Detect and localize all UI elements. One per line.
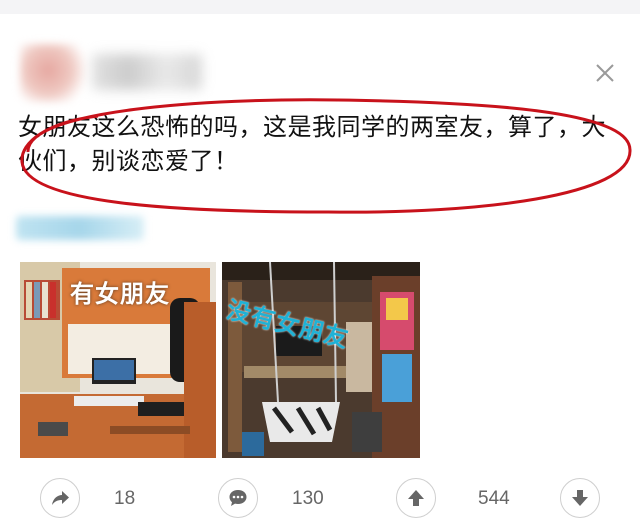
post-card: 女朋友这么恐怖的吗，这是我同学的两室友，算了，大伙们，别谈恋爱了！ 有女朋友 没… bbox=[0, 14, 640, 526]
author-name[interactable] bbox=[92, 54, 202, 90]
post-meta bbox=[16, 216, 144, 240]
upvote-icon bbox=[408, 490, 424, 506]
upvote-count: 544 bbox=[478, 488, 510, 509]
share-count: 18 bbox=[114, 488, 136, 509]
share-button[interactable] bbox=[40, 478, 80, 518]
post-text: 女朋友这么恐怖的吗，这是我同学的两室友，算了，大伙们，别谈恋爱了！ bbox=[18, 113, 606, 175]
comment-count: 130 bbox=[292, 488, 324, 509]
upvote-button[interactable] bbox=[396, 478, 436, 518]
photo-messy-room[interactable]: 没有女朋友 bbox=[222, 262, 420, 458]
comment-button[interactable] bbox=[218, 478, 258, 518]
comment-icon bbox=[229, 490, 247, 506]
share-icon bbox=[52, 491, 69, 505]
downvote-icon bbox=[572, 490, 588, 506]
photo-tidy-room[interactable]: 有女朋友 bbox=[20, 262, 216, 458]
photo-label: 有女朋友 bbox=[70, 280, 170, 308]
action-bar: 18 130 544 bbox=[0, 474, 640, 526]
downvote-button[interactable] bbox=[560, 478, 600, 518]
close-icon[interactable] bbox=[592, 60, 618, 86]
avatar[interactable] bbox=[20, 44, 90, 102]
